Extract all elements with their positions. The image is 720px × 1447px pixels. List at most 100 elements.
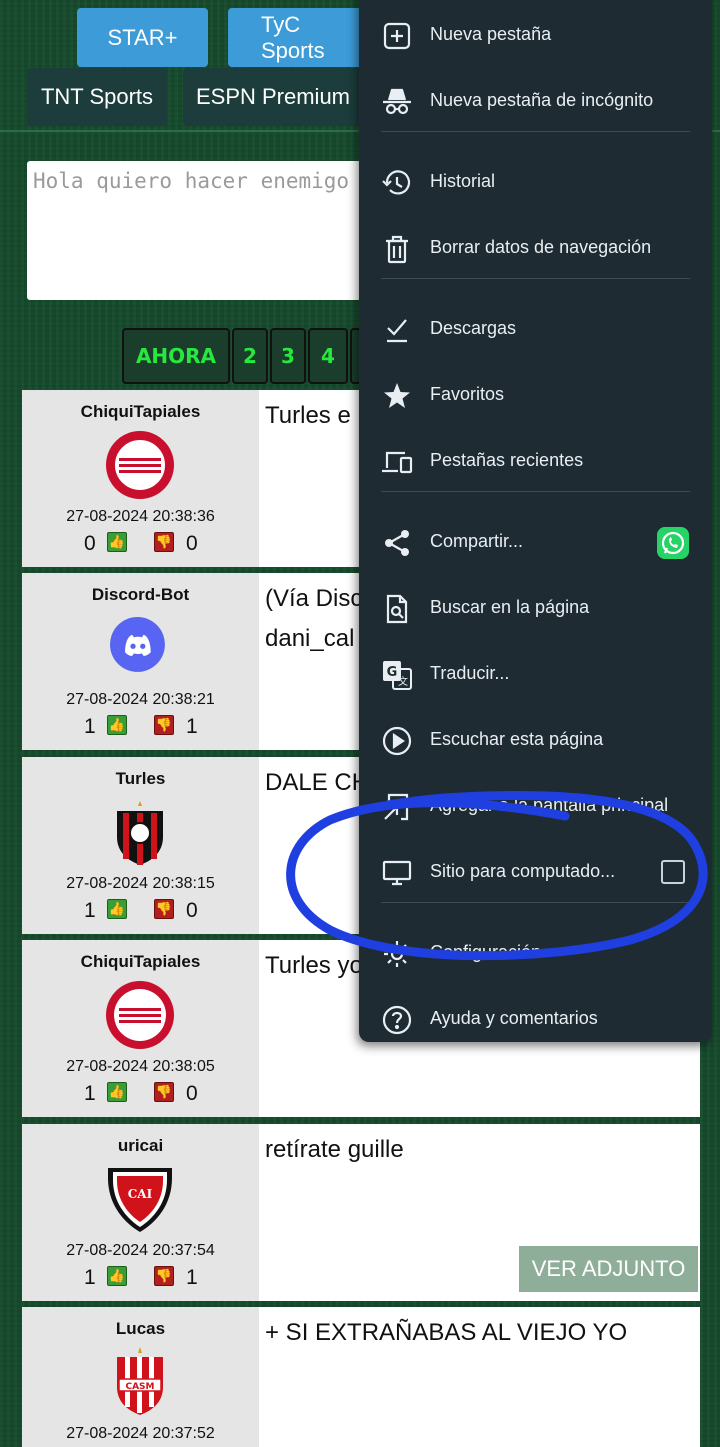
post-username[interactable]: uricai: [22, 1136, 259, 1156]
post-date: 27-08-2024 20:37:52: [66, 1425, 215, 1442]
page-now-button[interactable]: AHORA: [122, 328, 230, 384]
menu-item-label: Buscar en la página: [430, 597, 590, 617]
menu-item-label: Nueva pestaña de incógnito: [430, 90, 654, 110]
post-text: retírate guille: [265, 1136, 404, 1163]
thumbs-down-icon[interactable]: 👎: [154, 715, 174, 735]
thumbs-up-icon[interactable]: 👍: [107, 1082, 127, 1102]
san-martin-crest-icon: CASM: [117, 1347, 163, 1415]
view-attachment-button[interactable]: VER ADJUNTO: [519, 1246, 698, 1292]
menu-divider: [381, 491, 690, 492]
downloads-check-icon: [387, 319, 407, 343]
menu-item-label: Pestañas recientes: [430, 450, 584, 470]
menu-item-favorites[interactable]: Favoritos: [359, 365, 712, 425]
svg-text:CAI: CAI: [128, 1187, 153, 1201]
post-text: (Vía Disc: [265, 585, 363, 612]
chacarita-crest-icon: [117, 801, 163, 865]
menu-item-translate[interactable]: G文 Traducir...: [359, 644, 712, 704]
annotation-circle: [286, 791, 708, 961]
vote-row: 1 👍 👎 1: [82, 713, 222, 741]
thumbs-up-icon[interactable]: 👍: [107, 1266, 127, 1286]
thumbs-up-icon[interactable]: 👍: [107, 715, 127, 735]
post-text: + SI EXTRAÑABAS AL VIEJO YO: [265, 1319, 628, 1346]
independiente-crest-icon: CAI: [108, 1168, 172, 1232]
post-date: 27-08-2024 20:38:36: [66, 508, 215, 525]
trash-icon: [386, 235, 408, 264]
help-icon: [382, 1005, 412, 1035]
upvote-count: 1: [84, 1266, 96, 1289]
menu-item-downloads[interactable]: Descargas: [359, 299, 712, 359]
menu-item-label: Borrar datos de navegación: [430, 237, 652, 257]
menu-divider: [381, 131, 690, 132]
menu-item-help[interactable]: Ayuda y comentarios: [359, 989, 712, 1049]
vote-row: 0 👍 👎 0: [82, 530, 222, 558]
thumbs-down-icon[interactable]: 👎: [154, 1082, 174, 1102]
thumbs-down-icon[interactable]: 👎: [154, 1266, 174, 1286]
star-icon: [384, 383, 410, 408]
post-author-panel: uricai CAI 27-08-2024 20:37:54 1 👍 👎 1: [22, 1124, 259, 1301]
post-date: 27-08-2024 20:38:21: [66, 691, 215, 708]
page-3-button[interactable]: 3: [270, 328, 306, 384]
menu-item-label: Favoritos: [430, 384, 505, 404]
downvote-count: 0: [186, 1082, 198, 1105]
thumbs-up-icon[interactable]: 👍: [107, 899, 127, 919]
menu-item-label: Traducir...: [430, 663, 510, 683]
downvote-count: 0: [186, 532, 198, 555]
whatsapp-icon[interactable]: [657, 527, 689, 559]
tyc-sports-button[interactable]: TyC Sports: [228, 8, 368, 67]
history-icon: [382, 170, 411, 195]
page-4-button[interactable]: 4: [308, 328, 348, 384]
barracas-central-crest-icon: [106, 981, 174, 1049]
menu-item-label: Compartir...: [430, 531, 524, 551]
post-username[interactable]: ChiquiTapiales: [22, 402, 259, 422]
post-username[interactable]: Lucas: [22, 1319, 259, 1339]
menu-item-label: Ayuda y comentarios: [430, 1008, 598, 1028]
play-circle-icon: [382, 726, 412, 756]
post-date: 27-08-2024 20:38:05: [66, 1058, 215, 1075]
post-author-panel: Lucas CASM 27-08-2024 20:37:52: [22, 1307, 259, 1447]
menu-item-history[interactable]: Historial: [359, 152, 712, 212]
page-2-button[interactable]: 2: [232, 328, 268, 384]
menu-divider: [381, 278, 690, 279]
post-author-panel: Discord-Bot 27-08-2024 20:38:21 1 👍 👎 1: [22, 573, 259, 750]
menu-item-incognito[interactable]: Nueva pestaña de incógnito: [359, 71, 712, 131]
post-author-panel: Turles 27-08-2024 20:38:15 1 👍 👎 0: [22, 757, 259, 934]
post-username[interactable]: ChiquiTapiales: [22, 952, 259, 972]
menu-item-share[interactable]: Compartir...: [359, 512, 712, 572]
new-tab-icon: [383, 22, 411, 50]
upvote-count: 1: [84, 1082, 96, 1105]
post-text: Turles e: [265, 402, 351, 429]
svg-text:文: 文: [398, 675, 408, 688]
upvote-count: 1: [84, 715, 96, 738]
svg-text:CASM: CASM: [125, 1382, 154, 1392]
post-text-line-2: dani_cal: [265, 625, 355, 652]
menu-item-label: Descargas: [430, 318, 517, 338]
thumbs-up-icon[interactable]: 👍: [107, 532, 127, 552]
post-username[interactable]: Discord-Bot: [22, 585, 259, 605]
menu-item-label: Nueva pestaña: [430, 24, 552, 44]
devices-icon: [382, 451, 413, 474]
incognito-icon: [383, 88, 411, 115]
post-username[interactable]: Turles: [22, 769, 259, 789]
translate-icon: G文: [383, 661, 412, 690]
post-author-panel: ChiquiTapiales 27-08-2024 20:38:36 0 👍 👎…: [22, 390, 259, 567]
vote-row: 1 👍 👎 1: [82, 1264, 222, 1292]
downvote-count: 1: [186, 1266, 198, 1289]
star-plus-button[interactable]: STAR+: [77, 8, 208, 67]
thumbs-down-icon[interactable]: 👎: [154, 532, 174, 552]
downvote-count: 1: [186, 715, 198, 738]
menu-item-new-tab[interactable]: Nueva pestaña: [359, 5, 712, 65]
share-icon: [385, 530, 409, 556]
downvote-count: 0: [186, 899, 198, 922]
find-in-page-icon: [386, 594, 408, 624]
menu-item-label: Escuchar esta página: [430, 729, 604, 749]
menu-item-clear-data[interactable]: Borrar datos de navegación: [359, 218, 712, 278]
menu-item-find-in-page[interactable]: Buscar en la página: [359, 578, 712, 638]
tnt-sports-button[interactable]: TNT Sports: [27, 68, 167, 126]
message-input[interactable]: Hola quiero hacer enemigo: [27, 161, 367, 300]
menu-item-listen[interactable]: Escuchar esta página: [359, 710, 712, 770]
post-date: 27-08-2024 20:37:54: [66, 1242, 215, 1259]
thumbs-down-icon[interactable]: 👎: [154, 899, 174, 919]
menu-item-recent-tabs[interactable]: Pestañas recientes: [359, 431, 712, 491]
upvote-count: 0: [84, 532, 96, 555]
espn-premium-button[interactable]: ESPN Premium: [183, 68, 363, 126]
